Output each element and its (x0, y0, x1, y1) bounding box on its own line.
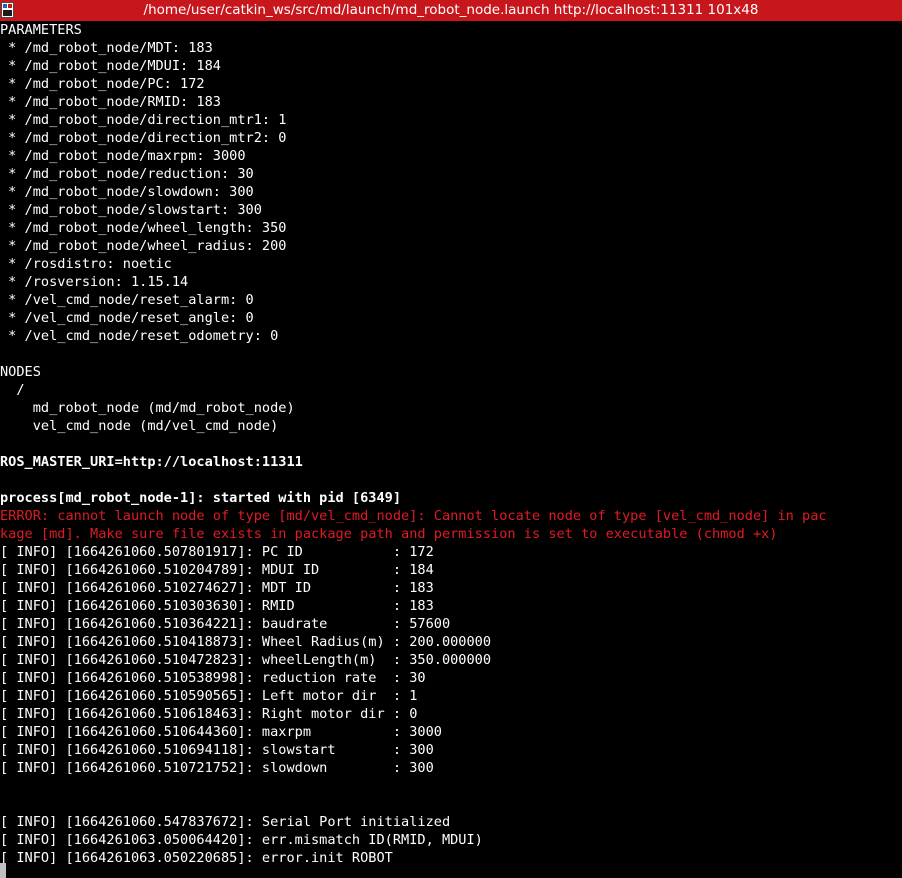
terminal-line: [ INFO] [1664261060.510303630]: RMID : 1… (0, 598, 434, 614)
terminal-line: * /md_robot_node/MDUI: 184 (0, 58, 221, 74)
terminal-line: * /md_robot_node/direction_mtr2: 0 (0, 130, 287, 146)
terminal-line: [ INFO] [1664261060.510472823]: wheelLen… (0, 652, 492, 668)
terminal-line: vel_cmd_node (md/vel_cmd_node) (0, 418, 279, 434)
terminal-line: * /md_robot_node/slowstart: 300 (0, 202, 262, 218)
terminal-line: * /md_robot_node/RMID: 183 (0, 94, 221, 110)
terminal-line: [ INFO] [1664261060.510618463]: Right mo… (0, 706, 418, 722)
terminal-line: [ INFO] [1664261060.510418873]: Wheel Ra… (0, 634, 492, 650)
error-line: kage [md]. Make sure file exists in pack… (0, 526, 778, 542)
terminal-line: [ INFO] [1664261060.510204789]: MDUI ID … (0, 562, 434, 578)
terminal-line: [ INFO] [1664261063.050064420]: err.mism… (0, 832, 483, 848)
terminal-line: [ INFO] [1664261063.050220685]: error.in… (0, 850, 393, 866)
terminal-line: ROS_MASTER_URI=http://localhost:11311 (0, 454, 303, 470)
terminal-line: * /md_robot_node/wheel_radius: 200 (0, 238, 287, 254)
terminal-line: process[md_robot_node-1]: started with p… (0, 490, 402, 506)
terminal-line: / (0, 382, 25, 398)
error-line: ERROR: cannot launch node of type [md/ve… (0, 508, 827, 524)
terminal-line: [ INFO] [1664261060.510364221]: baudrate… (0, 616, 451, 632)
terminal-line: [ INFO] [1664261060.510274627]: MDT ID :… (0, 580, 434, 596)
terminal-line: NODES (0, 364, 41, 380)
terminal-line: * /rosdistro: noetic (0, 256, 172, 272)
terminal-line: md_robot_node (md/md_robot_node) (0, 400, 295, 416)
terminal-line: PARAMETERS (0, 22, 82, 38)
terminal-line: [ INFO] [1664261060.510694118]: slowstar… (0, 742, 434, 758)
terminal-line: [ INFO] [1664261060.510644360]: maxrpm :… (0, 724, 442, 740)
terminal-line: * /md_robot_node/PC: 172 (0, 76, 205, 92)
terminal-line: * /rosversion: 1.15.14 (0, 274, 189, 290)
terminal-line: * /md_robot_node/reduction: 30 (0, 166, 254, 182)
terminal-output[interactable]: PARAMETERS * /md_robot_node/MDT: 183 * /… (0, 21, 902, 878)
window-title: /home/user/catkin_ws/src/md/launch/md_ro… (143, 2, 759, 18)
terminal-app-icon[interactable] (1, 2, 14, 18)
terminal-line: * /md_robot_node/direction_mtr1: 1 (0, 112, 287, 128)
window-titlebar[interactable]: /home/user/catkin_ws/src/md/launch/md_ro… (0, 0, 902, 21)
terminal-line: [ INFO] [1664261060.510721752]: slowdown… (0, 760, 434, 776)
terminal-line: * /md_robot_node/maxrpm: 3000 (0, 148, 246, 164)
terminal-cursor (0, 863, 6, 878)
terminal-line: * /vel_cmd_node/reset_angle: 0 (0, 310, 254, 326)
terminal-line: * /vel_cmd_node/reset_alarm: 0 (0, 292, 254, 308)
terminal-line: * /vel_cmd_node/reset_odometry: 0 (0, 328, 279, 344)
terminal-line: * /md_robot_node/MDT: 183 (0, 40, 213, 56)
terminal-line: [ INFO] [1664261060.510538998]: reductio… (0, 670, 426, 686)
terminal-line: [ INFO] [1664261060.510590565]: Left mot… (0, 688, 418, 704)
terminal-line: [ INFO] [1664261060.507801917]: PC ID : … (0, 544, 434, 560)
terminal-line: * /md_robot_node/wheel_length: 350 (0, 220, 287, 236)
terminal-line: * /md_robot_node/slowdown: 300 (0, 184, 254, 200)
terminal-line: [ INFO] [1664261060.547837672]: Serial P… (0, 814, 451, 830)
